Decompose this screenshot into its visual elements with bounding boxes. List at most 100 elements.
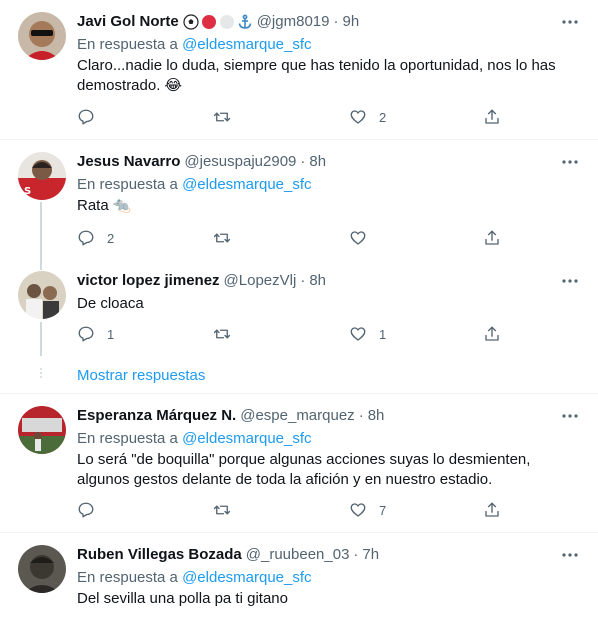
reply-context: En respuesta a @eldesmarque_sfc <box>77 175 312 195</box>
more-button[interactable] <box>560 271 580 291</box>
reply-button[interactable]: 2 <box>77 228 114 248</box>
separator-dot: · <box>300 153 306 170</box>
reply-button[interactable] <box>77 107 107 127</box>
tweet-header: Jesus Navarro @jesuspaju2909 · 8h <box>77 152 326 172</box>
reply-button[interactable] <box>77 500 107 520</box>
reply-mention-link[interactable]: @eldesmarque_sfc <box>182 430 311 447</box>
handle[interactable]: @jesuspaju2909 <box>184 152 296 172</box>
tweet-actions: 1 1 <box>77 324 507 344</box>
more-icon <box>562 279 578 283</box>
thread-dots <box>39 366 43 380</box>
more-button[interactable] <box>560 406 580 426</box>
more-icon <box>562 553 578 557</box>
reply-icon <box>78 502 94 518</box>
display-name[interactable]: Esperanza Márquez N. <box>77 406 236 426</box>
anchor-icon <box>238 14 251 29</box>
share-button[interactable] <box>483 228 501 248</box>
retweet-button[interactable] <box>213 324 243 344</box>
reply-mention-link[interactable]: @eldesmarque_sfc <box>182 569 311 586</box>
more-button[interactable] <box>560 152 580 172</box>
more-icon <box>562 414 578 418</box>
handle[interactable]: @espe_marquez <box>240 406 354 426</box>
share-icon <box>485 502 499 517</box>
more-button[interactable] <box>560 545 580 565</box>
red-circle-icon <box>201 15 216 29</box>
share-icon <box>485 326 499 341</box>
avatar[interactable] <box>18 406 66 454</box>
show-replies-link[interactable]: Mostrar respuestas <box>77 366 205 386</box>
tweet-actions: 2 <box>77 228 507 248</box>
like-button[interactable]: 1 <box>349 324 386 344</box>
display-name[interactable]: Jesus Navarro <box>77 152 180 172</box>
like-button[interactable]: 2 <box>349 107 386 127</box>
tweet-victor[interactable]: victor lopez jimenez @LopezVlj · 8h De c… <box>0 261 598 359</box>
handle[interactable]: @_ruubeen_03 <box>246 545 350 565</box>
heart-icon <box>350 231 366 245</box>
like-button[interactable] <box>349 228 379 248</box>
share-button[interactable] <box>483 500 501 520</box>
reply-count: 1 <box>107 326 115 342</box>
more-icon <box>562 160 578 164</box>
retweet-button[interactable] <box>213 500 243 520</box>
retweet-icon <box>213 112 231 122</box>
separator-dot: · <box>353 546 359 563</box>
tweet-header: victor lopez jimenez @LopezVlj · 8h <box>77 271 326 291</box>
tweet-jesus[interactable]: S Jesus Navarro @jesuspaju2909 · 8h En r… <box>0 140 598 264</box>
share-button[interactable] <box>483 107 501 127</box>
display-name[interactable]: Ruben Villegas Bozada <box>77 545 242 565</box>
reply-button[interactable]: 1 <box>77 324 114 344</box>
heart-icon <box>350 327 366 341</box>
separator-dot: · <box>300 272 306 289</box>
svg-text:S: S <box>24 186 31 197</box>
tweet-header: Esperanza Márquez N. @espe_marquez · 8h <box>77 406 384 426</box>
handle[interactable]: @jgm8019 <box>257 12 330 32</box>
reply-prefix: En respuesta a <box>77 430 178 447</box>
display-name[interactable]: victor lopez jimenez <box>77 271 220 291</box>
timestamp[interactable]: 7h <box>362 545 379 565</box>
separator-dot: · <box>333 13 339 30</box>
tweet-javi[interactable]: Javi Gol Norte @jgm8019 · 9h En respuest… <box>0 0 598 139</box>
avatar[interactable] <box>18 12 66 60</box>
reply-icon <box>78 326 94 342</box>
name-emojis <box>183 14 253 30</box>
tweet-esperanza[interactable]: Esperanza Márquez N. @espe_marquez · 8h … <box>0 394 598 532</box>
retweet-button[interactable] <box>213 107 243 127</box>
timestamp[interactable]: 8h <box>368 406 385 426</box>
white-circle-icon <box>219 15 234 29</box>
timestamp[interactable]: 8h <box>309 152 326 172</box>
avatar[interactable]: S <box>18 152 66 200</box>
heart-icon <box>350 110 366 124</box>
reply-prefix: En respuesta a <box>77 176 178 193</box>
tweet-text: Lo será "de boquilla" porque algunas acc… <box>77 451 531 488</box>
share-icon <box>485 109 499 124</box>
avatar[interactable] <box>18 271 66 319</box>
retweet-button[interactable] <box>213 228 243 248</box>
display-name[interactable]: Javi Gol Norte <box>77 12 179 32</box>
retweet-icon <box>213 233 231 243</box>
tweet-text: De cloaca <box>77 295 144 312</box>
reply-mention-link[interactable]: @eldesmarque_sfc <box>182 176 311 193</box>
more-icon <box>562 20 578 24</box>
timestamp[interactable]: 8h <box>309 271 326 291</box>
timestamp[interactable]: 9h <box>342 12 359 32</box>
handle[interactable]: @LopezVlj <box>224 271 297 291</box>
reply-mention-link[interactable]: @eldesmarque_sfc <box>182 36 311 53</box>
avatar[interactable] <box>18 545 66 593</box>
tweet-text: Claro...nadie lo duda, siempre que has t… <box>77 57 556 94</box>
reply-icon <box>78 109 94 125</box>
tweet-text: Rata 🐀 <box>77 197 132 214</box>
like-count: 2 <box>379 109 387 125</box>
more-button[interactable] <box>560 12 580 32</box>
share-button[interactable] <box>483 324 501 344</box>
like-count: 7 <box>379 502 387 518</box>
share-icon <box>485 230 499 245</box>
like-count: 1 <box>379 326 387 342</box>
tweet-text: Del sevilla una polla pa ti gitano <box>77 590 288 607</box>
like-button[interactable]: 7 <box>349 500 386 520</box>
reply-prefix: En respuesta a <box>77 36 178 53</box>
tweet-ruben[interactable]: Ruben Villegas Bozada @_ruubeen_03 · 7h … <box>0 533 598 617</box>
retweet-icon <box>213 505 231 515</box>
tweet-actions: 2 <box>77 107 507 127</box>
tweet-actions: 7 <box>77 500 507 520</box>
reply-prefix: En respuesta a <box>77 569 178 586</box>
